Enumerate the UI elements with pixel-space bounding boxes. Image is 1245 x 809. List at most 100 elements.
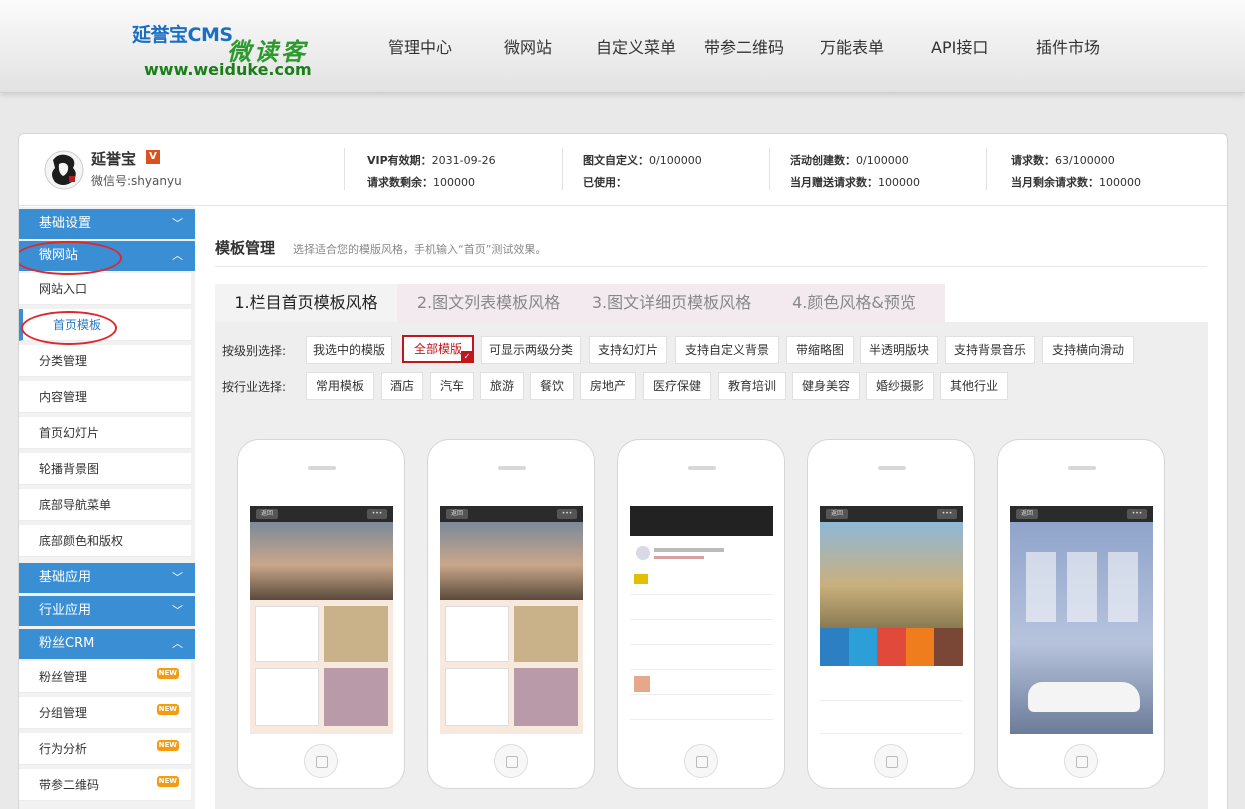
home-button-icon [1064, 744, 1098, 778]
sidebar-item-fans-manage[interactable]: 粉丝管理 NEW [19, 661, 191, 693]
industry-common[interactable]: 常用模板 [306, 372, 374, 400]
section-label: 基础设置 [39, 216, 92, 231]
news-list [630, 570, 773, 730]
monthly-remaining-requests: 当月剩余请求数：100000 [1011, 174, 1141, 190]
industry-food[interactable]: 餐饮 [530, 372, 574, 400]
nav-microsite[interactable]: 微网站 [504, 34, 552, 58]
thumb [634, 676, 650, 692]
sidebar-item-home-template[interactable]: 首页模板 [19, 309, 191, 341]
back-button: 返回 [256, 509, 278, 519]
phone-speaker [498, 466, 526, 470]
template-tabs: 1.栏目首页模板风格 2.图文列表模板风格 3.图文详细页模板风格 4.颜色风格… [215, 284, 945, 322]
new-badge: NEW [156, 704, 179, 715]
industry-fitness[interactable]: 健身美容 [792, 372, 860, 400]
sidebar-section-basic-apps[interactable]: 基础应用 ﹀ [19, 563, 195, 593]
room-thumb [514, 668, 578, 726]
industry-medical[interactable]: 医疗保健 [643, 372, 711, 400]
divider [344, 148, 345, 190]
phone-speaker [308, 466, 336, 470]
requests-remaining-value: 100000 [433, 176, 475, 189]
chevron-down-icon: ﹀ [172, 604, 183, 617]
top-header: 延誉宝CMS 微读客 www.weiduke.com 管理中心 微网站 自定义菜… [0, 0, 1245, 93]
grid-area [440, 600, 583, 734]
industry-education[interactable]: 教育培训 [718, 372, 786, 400]
new-badge: NEW [156, 668, 179, 679]
filter-my-selected[interactable]: 我选中的模版 [306, 336, 392, 364]
home-button-icon [684, 744, 718, 778]
filter-translucent[interactable]: 半透明版块 [860, 336, 938, 364]
room-thumb [514, 606, 578, 662]
template-preview-1[interactable]: 返回 ••• [237, 439, 405, 789]
filter-horizontal-slide[interactable]: 支持横向滑动 [1042, 336, 1134, 364]
industry-car[interactable]: 汽车 [430, 372, 474, 400]
filter-thumbnail[interactable]: 带缩略图 [786, 336, 854, 364]
tab-home-template[interactable]: 1.栏目首页模板风格 [215, 284, 397, 322]
divider [769, 148, 770, 190]
level-filter-label: 按级别选择: [222, 344, 287, 358]
banner-image [440, 522, 583, 600]
tab-color-preview[interactable]: 4.颜色风格&预览 [763, 284, 945, 322]
nav-manage-center[interactable]: 管理中心 [388, 34, 452, 58]
sidebar-item-bottom-nav[interactable]: 底部导航菜单 [19, 489, 191, 521]
sidebar-item-behavior-analysis[interactable]: 行为分析 NEW [19, 733, 191, 765]
sidebar-item-category-manage[interactable]: 分类管理 [19, 345, 191, 377]
custom-pictext-value: 0/100000 [649, 154, 702, 167]
floorplan-thumb [255, 668, 319, 726]
banner-image [820, 522, 963, 628]
home-button-icon [304, 744, 338, 778]
template-preview-3[interactable] [617, 439, 785, 789]
industry-wedding[interactable]: 婚纱摄影 [866, 372, 934, 400]
nav-api[interactable]: API接口 [931, 34, 988, 58]
template-preview-5[interactable]: 返回 ••• [997, 439, 1165, 789]
logo-url: www.weiduke.com [144, 60, 312, 79]
more-icon: ••• [557, 509, 577, 519]
filter-slides[interactable]: 支持幻灯片 [589, 336, 667, 364]
floorplan-thumb [445, 606, 509, 662]
filter-two-level[interactable]: 可显示两级分类 [481, 336, 581, 364]
filter-bg-music[interactable]: 支持背景音乐 [945, 336, 1035, 364]
nav-plugin-market[interactable]: 插件市场 [1036, 34, 1100, 58]
sidebar-item-site-entry[interactable]: 网站入口 [19, 273, 191, 305]
tab-list-template[interactable]: 2.图文列表模板风格 [397, 284, 580, 322]
tab-detail-template[interactable]: 3.图文详细页模板风格 [580, 284, 763, 322]
back-button: 返回 [1016, 509, 1038, 519]
sidebar-section-industry-apps[interactable]: 行业应用 ﹀ [19, 596, 195, 626]
site-logo[interactable]: 延誉宝CMS 微读客 www.weiduke.com [132, 20, 322, 82]
nav-custom-menu[interactable]: 自定义菜单 [596, 34, 676, 58]
nav-universal-form[interactable]: 万能表单 [820, 34, 884, 58]
logo-icon [636, 546, 650, 560]
user-info-bar: 延誉宝 V 微信号:shyanyu VIP有效期：2031-09-26 请求数剩… [19, 134, 1227, 206]
sidebar-item-bottom-color[interactable]: 底部颜色和版权 [19, 525, 191, 557]
activity-created-value: 0/100000 [856, 154, 909, 167]
requests-remaining-label: 请求数剩余： [367, 176, 433, 189]
filter-custom-bg[interactable]: 支持自定义背景 [675, 336, 779, 364]
phone-topbar: 返回 ••• [820, 506, 963, 522]
sidebar-item-group-manage[interactable]: 分组管理 NEW [19, 697, 191, 729]
sidebar-section-basic-settings[interactable]: 基础设置 ﹀ [19, 209, 195, 239]
industry-realestate[interactable]: 房地产 [580, 372, 636, 400]
home-button-icon [494, 744, 528, 778]
vip-icon: V [146, 150, 160, 164]
template-preview-4[interactable]: 返回 ••• [807, 439, 975, 789]
filter-all-templates[interactable]: 全部模版 [402, 335, 474, 363]
nav-param-qrcode[interactable]: 带参二维码 [704, 34, 784, 58]
divider [986, 148, 987, 190]
sidebar-item-carousel-bg[interactable]: 轮播背景图 [19, 453, 191, 485]
template-preview-2[interactable]: 返回 ••• [427, 439, 595, 789]
phone-topbar: 返回 ••• [440, 506, 583, 522]
sidebar-item-home-slides[interactable]: 首页幻灯片 [19, 417, 191, 449]
industry-other[interactable]: 其他行业 [940, 372, 1008, 400]
sidebar-item-param-qrcode[interactable]: 带参二维码 NEW [19, 769, 191, 801]
phone-screen: 返回 ••• [440, 506, 583, 734]
sidebar-item-content-manage[interactable]: 内容管理 [19, 381, 191, 413]
industry-travel[interactable]: 旅游 [480, 372, 524, 400]
phone-topbar: 返回 ••• [250, 506, 393, 522]
sidebar-section-microsite[interactable]: 微网站 ︿ [19, 241, 195, 271]
section-label: 行业应用 [39, 603, 92, 618]
phone-topbar: 返回 ••• [1010, 506, 1153, 522]
industry-hotel[interactable]: 酒店 [381, 372, 423, 400]
used-label: 已使用： [583, 176, 627, 189]
sidebar-section-fans-crm[interactable]: 粉丝CRM ︿ [19, 629, 195, 659]
phone-screen: 返回 ••• [1010, 506, 1153, 734]
activity-created: 活动创建数：0/100000 [790, 152, 909, 168]
